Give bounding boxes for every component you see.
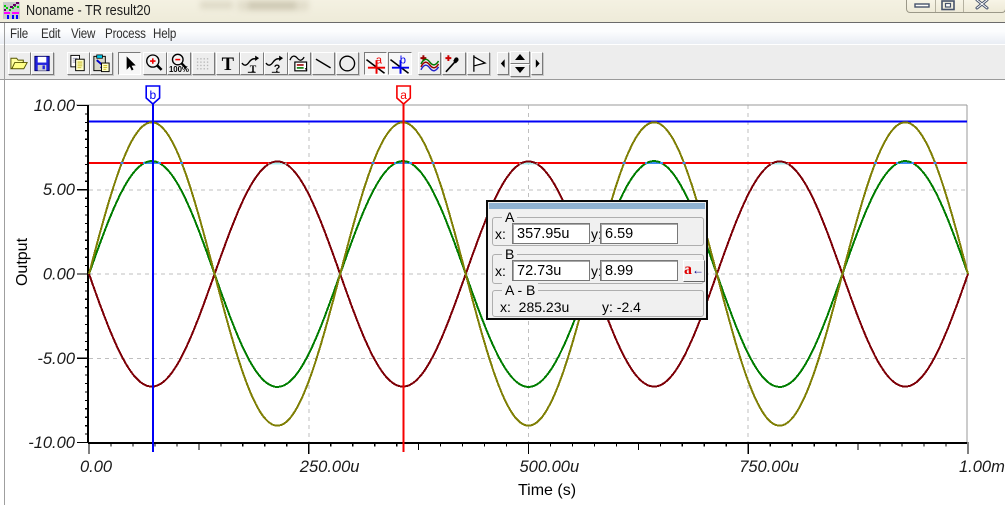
svg-text:5.00: 5.00 (43, 181, 76, 199)
svg-text:750.00u: 750.00u (739, 458, 799, 476)
svg-text:T: T (222, 54, 235, 74)
svg-text:Output: Output (14, 237, 31, 286)
svg-text:a: a (400, 88, 407, 102)
svg-text:1.00m: 1.00m (959, 458, 1005, 476)
svg-text:0.00: 0.00 (80, 458, 113, 476)
svg-text:500.00u: 500.00u (520, 458, 580, 476)
svg-text:250.00u: 250.00u (299, 458, 360, 476)
svg-text:Time (s): Time (s) (518, 482, 576, 499)
svg-text:10.00: 10.00 (34, 97, 76, 115)
svg-text:-10.00: -10.00 (28, 434, 76, 452)
svg-text:a: a (375, 55, 382, 67)
svg-text:0.00: 0.00 (43, 266, 76, 284)
svg-text:-5.00: -5.00 (37, 350, 75, 368)
svg-text:b: b (150, 88, 157, 102)
svg-text:b: b (400, 55, 406, 67)
svg-text:100%: 100% (169, 65, 189, 74)
